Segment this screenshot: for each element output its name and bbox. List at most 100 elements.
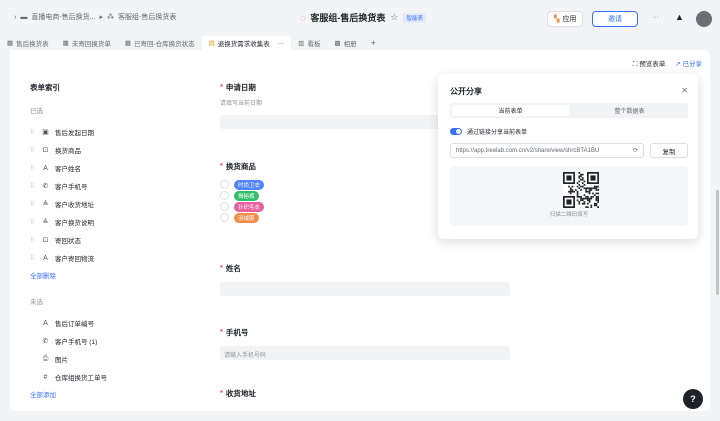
drag-handle-icon[interactable]: ⠿ — [30, 255, 36, 262]
drag-handle-icon[interactable]: ⠿ — [30, 219, 36, 226]
share-url-field[interactable]: https://app.treelab.com.cn/v2/share/view… — [450, 143, 644, 158]
option-chip: 揭秘裤 — [234, 190, 259, 201]
sidebar-toggle-icon[interactable]: › — [14, 14, 16, 21]
share-url: https://app.treelab.com.cn/v2/share/view… — [456, 147, 600, 154]
grid-icon: ▦ — [124, 40, 131, 47]
tab-whole-table[interactable]: 整个数据表 — [571, 103, 688, 118]
radio-icon[interactable] — [220, 180, 229, 189]
scrollbar[interactable] — [716, 190, 719, 295]
field-index-label: 客户寄回物流 — [55, 256, 94, 263]
selected-field-7[interactable]: ⠿ A 客户寄回物流 — [30, 249, 170, 267]
option-chip: 针织毛衣 — [234, 201, 265, 212]
unselected-field-2[interactable]: ⎙ 图片 — [30, 350, 170, 368]
link-share-switch[interactable] — [450, 128, 462, 135]
more-icon[interactable]: ··· — [652, 14, 659, 21]
selected-field-6[interactable]: ⠿ ⊡ 寄回状态 — [30, 231, 170, 249]
tab-current-form[interactable]: 当前表单 — [452, 105, 569, 116]
shared-button[interactable]: ↗ 已分享 — [675, 58, 702, 69]
tab-已寄回-仓库换货状态[interactable]: ▦ 已寄回-仓库换货状态 — [118, 36, 202, 50]
drag-handle-icon[interactable]: ⠿ — [30, 237, 36, 244]
drag-handle-icon[interactable]: ⠿ — [30, 147, 36, 154]
field-index-label: 仓库组换货工单号 — [55, 375, 107, 382]
remove-all-link[interactable]: 全部删除 — [30, 270, 170, 280]
tab-退换货需求收集表[interactable]: ▤ 退换货需求收集表 ··· — [201, 36, 292, 50]
unselected-field-1[interactable]: ✆ 客户手机号 (1) — [30, 332, 170, 350]
add-all-link[interactable]: 全部添加 — [30, 389, 170, 399]
required-mark: * — [220, 161, 223, 170]
field-index-label: 客户手机号 (1) — [55, 339, 98, 346]
page-title[interactable]: 客服组-售后换货表 — [310, 11, 385, 24]
invite-button[interactable]: 邀请 — [592, 11, 638, 27]
breadcrumb: › ▬ 直播电商-售后换货... ▸ ⁂ 客服组-售后换货表 — [14, 12, 176, 22]
phone-icon: ✆ — [42, 338, 49, 345]
field-index-label: 寄回状态 — [55, 238, 81, 245]
unselected-field-3[interactable]: # 仓库组换货工单号 — [30, 368, 170, 386]
view-tabs: ▦ 售后换货表 ▦ 未寄回换货单 ▦ 已寄回-仓库换货状态 ▤ 退换货需求收集表 ··· … — [0, 36, 720, 50]
tab-相册[interactable]: ▩ 相册 — [327, 36, 363, 50]
tab-未寄回换货单[interactable]: ▦ 未寄回换货单 — [56, 36, 118, 50]
bell-icon[interactable]: ▲ — [675, 12, 684, 22]
number-icon: # — [43, 373, 48, 381]
option-chip: 时尚卫衣 — [234, 179, 265, 190]
drag-handle-icon[interactable]: ⠿ — [30, 165, 36, 172]
tab-label: 售后换货表 — [16, 41, 49, 48]
base-icon: ⁂ — [107, 14, 115, 21]
share-popover: 公开分享 ✕ 当前表单 整个数据表 通过链接分享当前表单 https://app… — [438, 74, 698, 239]
tab-label: 相册 — [343, 41, 357, 48]
field-index-label: 客户姓名 — [55, 166, 81, 173]
required-mark: * — [220, 327, 223, 336]
field-label: 申请日期 — [225, 83, 256, 92]
selected-field-5[interactable]: ⠿ ≜ 客户换货说明 — [30, 213, 170, 231]
copy-button[interactable]: 复制 — [650, 143, 688, 158]
field-index-label: 客户换货说明 — [55, 220, 94, 227]
tab-label: 看板 — [307, 41, 321, 48]
selected-field-list: ⠿ ▣ 售后发起日期 ⠿ ⊡ 换货商品 ⠿ A 客户姓名 ⠿ ✆ 客户手机号 ⠿ ≜ 客户收货地址 ⠿ ≜ 客户换… — [30, 123, 170, 267]
tab-售后换货表[interactable]: ▦ 售后换货表 — [0, 36, 56, 50]
selected-field-2[interactable]: ⠿ A 客户姓名 — [30, 159, 170, 177]
selected-field-3[interactable]: ⠿ ✆ 客户手机号 — [30, 177, 170, 195]
selected-section-label: 已选 — [30, 108, 43, 115]
unselected-section-label: 未选 — [30, 299, 43, 306]
selected-field-1[interactable]: ⠿ ⊡ 换货商品 — [30, 141, 170, 159]
selected-field-4[interactable]: ⠿ ≜ 客户收货地址 — [30, 195, 170, 213]
field-index-label: 图片 — [55, 357, 68, 364]
drag-handle-icon[interactable]: ⠿ — [30, 201, 36, 208]
field-label: 姓名 — [225, 264, 241, 273]
tab-看板[interactable]: ▥ 看板 — [291, 36, 327, 50]
preview-form-button[interactable]: ⛶ 预览表单 — [633, 58, 665, 69]
name-input[interactable] — [220, 282, 510, 296]
share-icon: ↗ — [675, 61, 683, 68]
form-icon: ▤ — [208, 40, 215, 47]
star-icon[interactable]: ☆ — [390, 12, 398, 23]
share-title: 公开分享 — [450, 87, 482, 96]
phone-icon: ✆ — [42, 183, 49, 190]
breadcrumb-item-1[interactable]: 客服组-售后换货表 — [118, 12, 176, 22]
drag-handle-icon[interactable]: ⠿ — [30, 183, 36, 190]
chevron-right-icon: ▸ — [99, 14, 104, 21]
close-icon[interactable]: ✕ — [681, 86, 688, 95]
tab-more[interactable]: ··· — [278, 40, 285, 47]
shared-label: 已分享 — [682, 61, 703, 68]
refresh-icon[interactable]: ⟳ — [630, 147, 638, 154]
add-view-button[interactable]: + — [364, 36, 383, 50]
index-title: 表单索引 — [30, 83, 60, 92]
drag-handle-icon[interactable]: ⠿ — [30, 129, 36, 136]
radio-icon[interactable] — [220, 213, 229, 222]
help-button[interactable]: ? — [683, 389, 703, 409]
app-button[interactable]: ▚ 应用 — [547, 11, 584, 27]
radio-icon[interactable] — [220, 202, 229, 211]
breadcrumb-item-0[interactable]: 直播电商-售后换货... — [31, 12, 95, 22]
selected-field-0[interactable]: ⠿ ▣ 售后发起日期 — [30, 123, 170, 141]
phone-placeholder: 请输入手机号码 — [224, 353, 267, 359]
link-share-label: 通过链接分享当前表单 — [467, 130, 528, 136]
qr-code — [563, 172, 599, 208]
radio-icon[interactable] — [220, 191, 229, 200]
field-index-label: 客户手机号 — [55, 184, 88, 191]
avatar[interactable] — [696, 11, 712, 27]
folder-icon: ▬ — [20, 13, 28, 21]
tab-label: 未寄回换货单 — [71, 41, 111, 48]
phone-input[interactable]: 请输入手机号码 — [220, 346, 510, 360]
unselected-field-0[interactable]: A 售后订单编号 — [30, 314, 170, 332]
long-text-icon: ≜ — [42, 201, 49, 208]
link-share-toggle-row: 通过链接分享当前表单 — [450, 127, 527, 136]
